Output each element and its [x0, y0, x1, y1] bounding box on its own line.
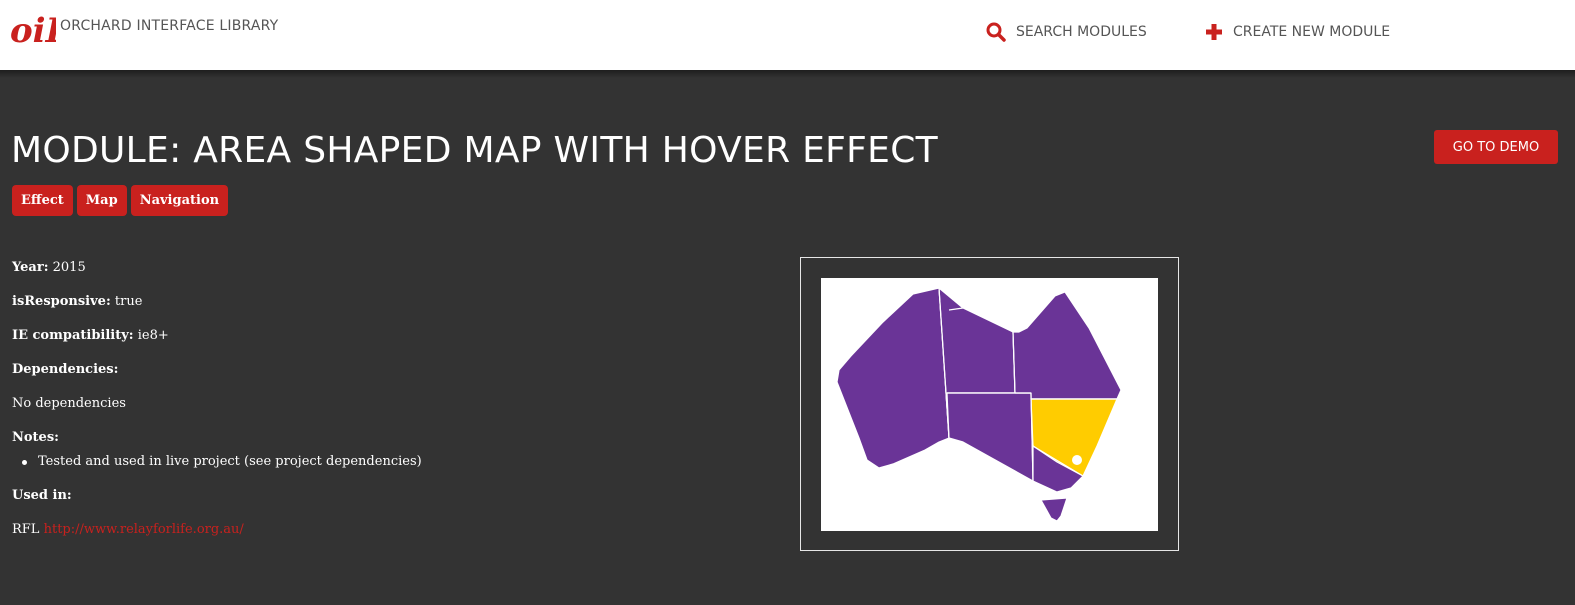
map-region-sa[interactable] — [946, 392, 1034, 482]
used-in-label: Used in: — [12, 488, 72, 503]
create-module-link[interactable]: CREATE NEW MODULE — [1205, 22, 1390, 42]
page-title: MODULE: AREA SHAPED MAP WITH HOVER EFFEC… — [11, 130, 938, 171]
used-in-label-row: Used in: — [12, 487, 422, 521]
year-value: 2015 — [52, 260, 86, 275]
dependencies-label-row: Dependencies: — [12, 361, 422, 395]
used-in-value-row: RFL http://www.relayforlife.org.au/ — [12, 521, 422, 555]
notes-label: Notes: — [12, 430, 59, 445]
header-shadow — [0, 70, 1575, 78]
responsive-label: isResponsive: — [12, 294, 111, 309]
responsive-row: isResponsive: true — [12, 293, 422, 327]
search-modules-link[interactable]: SEARCH MODULES — [986, 22, 1147, 42]
module-details: Year: 2015 isResponsive: true IE compati… — [12, 259, 422, 555]
map-region-wa[interactable] — [836, 287, 950, 469]
search-modules-label: SEARCH MODULES — [1016, 24, 1147, 40]
brand-name[interactable]: ORCHARD INTERFACE LIBRARY — [60, 18, 278, 34]
go-to-demo-button[interactable]: GO TO DEMO — [1434, 130, 1558, 164]
used-in-prefix: RFL — [12, 522, 40, 537]
australia-map — [836, 287, 1122, 522]
map-preview-frame[interactable] — [800, 257, 1179, 551]
list-item: Tested and used in live project (see pro… — [12, 452, 422, 472]
dependencies-value: No dependencies — [12, 396, 126, 411]
map-act-marker[interactable] — [1072, 455, 1082, 465]
map-region-qld[interactable] — [1012, 291, 1122, 400]
year-label: Year: — [12, 260, 49, 275]
map-preview-image — [821, 278, 1158, 531]
relay-for-life-link[interactable]: http://www.relayforlife.org.au/ — [44, 522, 244, 537]
oil-logo[interactable]: oiL — [10, 8, 70, 51]
create-module-label: CREATE NEW MODULE — [1233, 24, 1391, 40]
map-region-tas[interactable] — [1040, 497, 1068, 522]
dependencies-value-row: No dependencies — [12, 395, 422, 429]
tag-map[interactable]: Map — [76, 185, 127, 216]
tag-navigation[interactable]: Navigation — [130, 185, 229, 216]
svg-text:oiL: oiL — [10, 11, 56, 48]
tag-effect[interactable]: Effect — [12, 185, 73, 216]
dependencies-label: Dependencies: — [12, 362, 119, 377]
top-header: oiL ORCHARD INTERFACE LIBRARY SEARCH MOD… — [0, 0, 1575, 70]
plus-icon — [1206, 24, 1222, 40]
responsive-value: true — [114, 294, 143, 309]
tag-list: Effect Map Navigation — [12, 185, 229, 216]
search-icon — [986, 22, 1006, 42]
ie-compat-value: ie8+ — [137, 328, 169, 343]
ie-compat-label: IE compatibility: — [12, 328, 134, 343]
year-row: Year: 2015 — [12, 259, 422, 293]
notes-list: Tested and used in live project (see pro… — [12, 452, 422, 472]
ie-compat-row: IE compatibility: ie8+ — [12, 327, 422, 361]
